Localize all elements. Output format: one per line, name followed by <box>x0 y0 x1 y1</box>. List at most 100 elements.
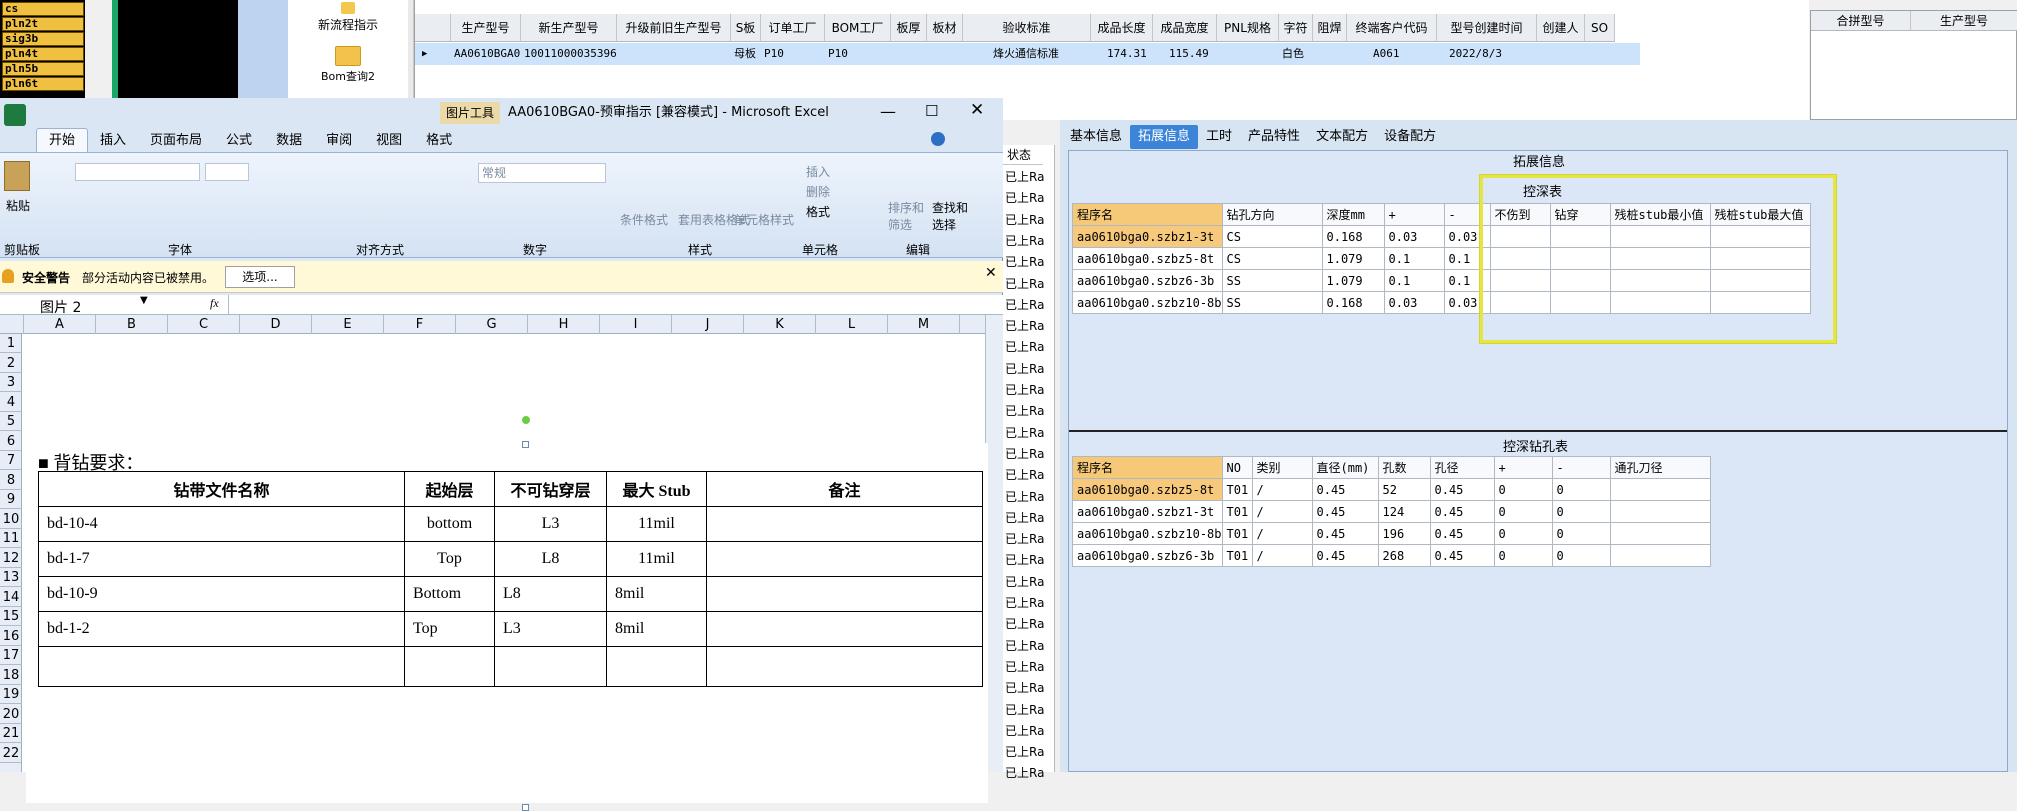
chevron-down-icon[interactable]: ▼ <box>140 295 148 306</box>
cell-styles-button[interactable]: 单元格样式 <box>734 211 794 228</box>
table-cell[interactable]: aa0610bga0.szbz1-3t <box>1072 225 1223 248</box>
status-item[interactable]: 已上Ra <box>1005 593 1044 613</box>
row-header[interactable]: 2 <box>0 354 22 373</box>
table-cell[interactable]: 0.03 <box>1383 225 1445 248</box>
table-cell[interactable]: 0.45 <box>1311 500 1379 523</box>
grid-cell[interactable]: 白色 <box>1279 43 1313 65</box>
column-header[interactable]: 生产型号 <box>451 14 521 42</box>
tab-text-recipe[interactable]: 文本配方 <box>1308 125 1376 149</box>
layer-item[interactable]: sig3b <box>2 32 84 46</box>
column-header[interactable]: 升级前旧生产型号 <box>617 14 731 42</box>
column-header[interactable]: 创建人 <box>1537 14 1585 42</box>
row-header[interactable]: 5 <box>0 412 22 431</box>
fx-icon[interactable]: fx <box>210 296 219 311</box>
close-icon[interactable]: ✕ <box>970 100 984 120</box>
status-item[interactable]: 已上Ra <box>1005 167 1044 187</box>
tab-formulas[interactable]: 公式 <box>214 129 264 153</box>
layer-item[interactable]: pln6t <box>2 77 84 91</box>
column-header[interactable]: 合拼型号 <box>1811 11 1911 31</box>
number-format-select[interactable]: 常规 <box>478 163 606 183</box>
sort-filter-button[interactable]: 排序和筛选 <box>888 199 928 233</box>
minimize-icon[interactable]: — <box>880 102 896 121</box>
grid-cell[interactable]: 母板 <box>731 43 761 65</box>
layer-item[interactable]: cs <box>2 2 84 16</box>
grid-cell[interactable]: P10 <box>825 43 891 65</box>
column-header[interactable]: SO <box>1585 14 1615 42</box>
status-item[interactable]: 已上Ra <box>1005 210 1044 230</box>
column-header[interactable]: S板 <box>731 14 761 42</box>
status-item[interactable]: 已上Ra <box>1005 487 1044 507</box>
column-header[interactable]: 验收标准 <box>963 14 1091 42</box>
table-cell[interactable]: 0 <box>1493 522 1553 545</box>
table-cell[interactable]: / <box>1251 500 1313 523</box>
table-cell[interactable]: 1.079 <box>1321 247 1385 270</box>
table-cell[interactable]: 0.168 <box>1321 291 1385 314</box>
column-header[interactable]: BOM工厂 <box>825 14 891 42</box>
tab-review[interactable]: 审阅 <box>314 129 364 153</box>
status-item[interactable]: 已上Ra <box>1005 359 1044 379</box>
table-cell[interactable]: aa0610bga0.szbz6-3b <box>1072 269 1223 292</box>
help-icon[interactable] <box>931 132 945 146</box>
row-header[interactable]: 4 <box>0 393 22 412</box>
tab-format[interactable]: 格式 <box>414 129 464 153</box>
row-header[interactable]: 21 <box>0 724 22 743</box>
table-cell[interactable]: 52 <box>1377 478 1431 501</box>
row-header[interactable]: 20 <box>0 705 22 724</box>
row-header[interactable]: 14 <box>0 588 22 607</box>
column-header[interactable]: NO <box>1221 456 1253 479</box>
table-cell[interactable]: 0 <box>1493 544 1553 567</box>
table-cell[interactable]: 0.45 <box>1429 522 1495 545</box>
format-cells-button[interactable]: 格式 <box>806 203 830 220</box>
row-header[interactable]: 10 <box>0 510 22 529</box>
table-cell[interactable]: T01 <box>1221 544 1253 567</box>
paste-button[interactable]: 粘贴 <box>6 197 30 214</box>
column-header[interactable]: 新生产型号 <box>521 14 617 42</box>
row-header[interactable]: 17 <box>0 646 22 665</box>
layer-item[interactable]: pln5b <box>2 62 84 76</box>
options-button[interactable]: 选项... <box>225 266 295 288</box>
table-cell[interactable]: aa0610bga0.szbz1-3t <box>1072 500 1223 523</box>
column-header[interactable]: 订单工厂 <box>761 14 825 42</box>
status-item[interactable]: 已上Ra <box>1005 231 1044 251</box>
column-header[interactable]: + <box>1493 456 1553 479</box>
column-header[interactable]: - <box>1551 456 1611 479</box>
column-header[interactable]: C <box>168 315 240 334</box>
grid-cell[interactable]: 烽火通信标准 <box>963 43 1091 65</box>
formula-input[interactable] <box>228 295 978 314</box>
table-cell[interactable]: / <box>1251 522 1313 545</box>
table-cell[interactable]: 268 <box>1377 544 1431 567</box>
excel-icon[interactable] <box>4 104 26 126</box>
table-cell[interactable] <box>1609 500 1711 523</box>
column-header[interactable]: 通孔刀径 <box>1609 456 1711 479</box>
table-cell[interactable]: 0.45 <box>1429 544 1495 567</box>
column-header[interactable]: 程序名 <box>1072 203 1223 226</box>
row-header[interactable]: 16 <box>0 627 22 646</box>
row-header[interactable]: 8 <box>0 471 22 490</box>
row-header[interactable]: 9 <box>0 490 22 509</box>
column-header[interactable]: E <box>312 315 384 334</box>
insert-cells-button[interactable]: 插入 <box>806 163 830 180</box>
column-header[interactable]: 字符 <box>1279 14 1313 42</box>
column-header[interactable]: 孔数 <box>1377 456 1431 479</box>
paste-icon[interactable] <box>4 161 30 191</box>
tab-data[interactable]: 数据 <box>264 129 314 153</box>
status-item[interactable]: 已上Ra <box>1005 252 1044 272</box>
tab-view[interactable]: 视图 <box>364 129 414 153</box>
select-all-corner[interactable] <box>0 315 24 334</box>
font-name-select[interactable] <box>75 163 200 181</box>
table-cell[interactable]: 0 <box>1551 500 1611 523</box>
status-item[interactable]: 已上Ra <box>1005 572 1044 592</box>
grid-cell[interactable]: 115.49 <box>1153 43 1217 65</box>
table-cell[interactable]: 0.45 <box>1429 500 1495 523</box>
status-item[interactable]: 已上Ra <box>1005 763 1044 783</box>
layer-item[interactable]: pln2t <box>2 17 84 31</box>
table-cell[interactable]: 0 <box>1551 544 1611 567</box>
status-item[interactable]: 已上Ra <box>1005 636 1044 656</box>
tab-extended-info[interactable]: 拓展信息 <box>1130 125 1199 149</box>
resize-handle[interactable] <box>522 441 529 448</box>
status-item[interactable]: 已上Ra <box>1005 742 1044 762</box>
status-item[interactable]: 已上Ra <box>1005 316 1044 336</box>
grid-cell[interactable]: AA0610BGA0 <box>451 43 521 65</box>
table-cell[interactable]: aa0610bga0.szbz10-8b <box>1072 522 1223 545</box>
table-row[interactable]: aa0610bga0.szbz6-3b T01/0.45 268 0.45 0 0 <box>1072 544 1711 567</box>
